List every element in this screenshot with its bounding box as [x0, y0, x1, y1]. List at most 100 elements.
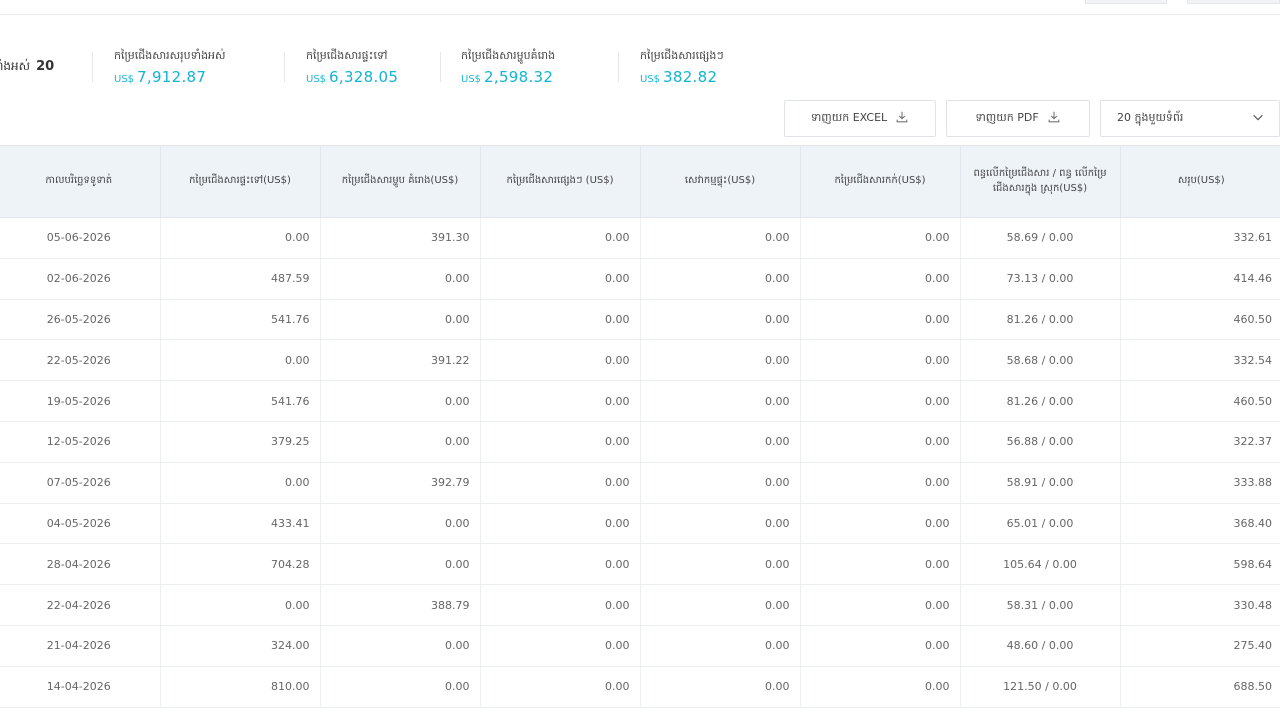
page-size-select[interactable]: 20 ក្នុងមួយទំព័រ — [1100, 100, 1280, 137]
payment-date-cell: 19-05-2026 — [0, 380, 160, 422]
payment-date-cell: 05-06-2026 — [0, 217, 160, 259]
export-pdf-button[interactable]: ទាញយក PDF — [946, 100, 1090, 137]
booking-commission-cell: 0.00 — [799, 503, 960, 545]
table-row: 28-04-2026 704.28 0.00 0.00 0.00 0.00 105.64 /… — [0, 543, 1280, 586]
column-header-house-commission[interactable]: កម្រៃជើងសារផ្ទះទៅ(US$) — [159, 145, 320, 218]
currency-label: US$ — [461, 74, 482, 85]
booking-commission-cell: 0.00 — [799, 299, 960, 341]
house-commission-cell: 704.28 — [159, 543, 320, 586]
table-row: 26-05-2026 541.76 0.00 0.00 0.00 0.00 81.26 / … — [0, 299, 1280, 341]
total-cell: 322.37 — [1119, 421, 1280, 463]
service-fee-cell: 0.00 — [639, 421, 800, 463]
service-fee-cell: 0.00 — [639, 339, 800, 382]
total-cell: 460.50 — [1119, 299, 1280, 341]
other-commission-cell: 0.00 — [479, 217, 640, 259]
total-cell: 332.54 — [1119, 339, 1280, 382]
summary-divider — [284, 52, 285, 82]
other-commission-cell: 0.00 — [479, 625, 640, 667]
page-size-value: 20 ក្នុងមួយទំព័រ — [1117, 110, 1184, 124]
column-header-total[interactable]: សរុប(US$) — [1119, 145, 1280, 218]
summary-total: ទាំងអស់ 20 — [0, 58, 54, 76]
table-row: 22-04-2026 0.00 388.79 0.00 0.00 0.00 58.31 / … — [0, 584, 1280, 626]
table-row: 12-05-2026 379.25 0.00 0.00 0.00 0.00 56.88 / … — [0, 421, 1280, 463]
tax-cell: 121.50 / 0.00 — [959, 666, 1120, 708]
column-header-service-fee[interactable]: សេវាកម្មផ្ទុះ(US$) — [639, 145, 800, 218]
table-row: 14-04-2026 810.00 0.00 0.00 0.00 0.00 121.50 /… — [0, 666, 1280, 708]
total-cell: 330.48 — [1119, 584, 1280, 626]
other-commission-cell: 0.00 — [479, 258, 640, 300]
payment-date-cell: 04-05-2026 — [0, 503, 160, 545]
house-commission-cell: 0.00 — [159, 584, 320, 626]
project-commission-cell: 391.22 — [319, 339, 480, 382]
booking-commission-cell: 0.00 — [799, 217, 960, 259]
table-row: 07-05-2026 0.00 392.79 0.00 0.00 0.00 58.91 / … — [0, 462, 1280, 504]
summary-total-label: ទាំងអស់ — [0, 59, 31, 73]
other-commission-cell: 0.00 — [479, 462, 640, 504]
summary-item-label: កម្រៃជើងសារផ្សេងៗ — [640, 49, 724, 62]
summary-divider — [618, 52, 619, 82]
total-cell: 414.46 — [1119, 258, 1280, 300]
column-header-tax[interactable]: ពន្ធលើកម្រៃជើងសារ / ពន្ធ លើកម្រៃជើងសារក្… — [959, 145, 1120, 218]
service-fee-cell: 0.00 — [639, 584, 800, 626]
summary-item-house-commission: កម្រៃជើងសារផ្ទះទៅ US$ 6,328.05 — [306, 49, 398, 86]
service-fee-cell: 0.00 — [639, 217, 800, 259]
service-fee-cell: 0.00 — [639, 258, 800, 300]
total-cell: 368.40 — [1119, 503, 1280, 545]
tax-cell: 73.13 / 0.00 — [959, 258, 1120, 300]
other-commission-cell: 0.00 — [479, 380, 640, 422]
total-cell: 275.40 — [1119, 625, 1280, 667]
summary-item-total-commission: កម្រៃជើងសារសរុបទាំងអស់ US$ 7,912.87 — [114, 49, 226, 86]
tax-cell: 105.64 / 0.00 — [959, 543, 1120, 586]
project-commission-cell: 0.00 — [319, 625, 480, 667]
summary-divider — [92, 52, 93, 82]
booking-commission-cell: 0.00 — [799, 339, 960, 382]
column-header-payment-date[interactable]: កាលបរិច្ឆេទទូទាត់ — [0, 145, 160, 218]
table-row: 05-06-2026 0.00 391.30 0.00 0.00 0.00 58.69 / … — [0, 217, 1280, 259]
other-commission-cell: 0.00 — [479, 543, 640, 586]
column-header-other-commission[interactable]: កម្រៃជើងសារផ្សេងៗ (US$) — [479, 145, 640, 218]
booking-commission-cell: 0.00 — [799, 421, 960, 463]
summary-item-amount: 7,912.87 — [137, 68, 207, 86]
payment-date-cell: 22-05-2026 — [0, 339, 160, 382]
table-row: 21-04-2026 324.00 0.00 0.00 0.00 0.00 48.60 / … — [0, 625, 1280, 667]
payment-date-cell: 07-05-2026 — [0, 462, 160, 504]
summary-divider — [440, 52, 441, 82]
payment-date-cell: 26-05-2026 — [0, 299, 160, 341]
summary-item-label: កម្រៃជើងសារផ្ទះទៅ — [306, 49, 388, 62]
other-commission-cell: 0.00 — [479, 299, 640, 341]
payment-date-cell: 12-05-2026 — [0, 421, 160, 463]
project-commission-cell: 0.00 — [319, 543, 480, 586]
summary-total-count: 20 — [36, 59, 55, 74]
project-commission-cell: 0.00 — [319, 666, 480, 708]
table-row: 19-05-2026 541.76 0.00 0.00 0.00 0.00 81.26 / … — [0, 380, 1280, 422]
payment-date-cell: 02-06-2026 — [0, 258, 160, 300]
other-commission-cell: 0.00 — [479, 339, 640, 382]
house-commission-cell: 433.41 — [159, 503, 320, 545]
project-commission-cell: 0.00 — [319, 380, 480, 422]
currency-label: US$ — [114, 74, 135, 85]
service-fee-cell: 0.00 — [639, 543, 800, 586]
download-icon — [1047, 110, 1061, 127]
download-icon — [895, 110, 909, 127]
chevron-down-icon — [1251, 110, 1265, 127]
currency-label: US$ — [640, 74, 661, 85]
table-row: 02-06-2026 487.59 0.00 0.00 0.00 0.00 73.13 / … — [0, 258, 1280, 300]
service-fee-cell: 0.00 — [639, 380, 800, 422]
tax-cell: 65.01 / 0.00 — [959, 503, 1120, 545]
service-fee-cell: 0.00 — [639, 625, 800, 667]
booking-commission-cell: 0.00 — [799, 584, 960, 626]
payment-date-cell: 22-04-2026 — [0, 584, 160, 626]
service-fee-cell: 0.00 — [639, 462, 800, 504]
column-header-booking-commission[interactable]: កម្រៃជើងសារកក់(US$) — [799, 145, 960, 218]
top-divider — [0, 14, 1280, 15]
project-commission-cell: 391.30 — [319, 217, 480, 259]
tax-cell: 58.68 / 0.00 — [959, 339, 1120, 382]
tax-cell: 58.91 / 0.00 — [959, 462, 1120, 504]
summary-item-label: កម្រៃជើងសារម្ហូបគំរោង — [461, 49, 556, 62]
table-header-row: កាលបរិច្ឆេទទូទាត់ កម្រៃជើងសារផ្ទះទៅ(US$)… — [0, 145, 1280, 218]
export-excel-button[interactable]: ទាញយក EXCEL — [784, 100, 936, 137]
column-header-project-commission[interactable]: កម្រៃជើងសារម្ហូប គំរោង(US$) — [319, 145, 480, 218]
top-control-edge — [1085, 0, 1167, 4]
commission-table: កាលបរិច្ឆេទទូទាត់ កម្រៃជើងសារផ្ទះទៅ(US$)… — [0, 145, 1280, 708]
summary-item-amount: 6,328.05 — [329, 68, 399, 86]
